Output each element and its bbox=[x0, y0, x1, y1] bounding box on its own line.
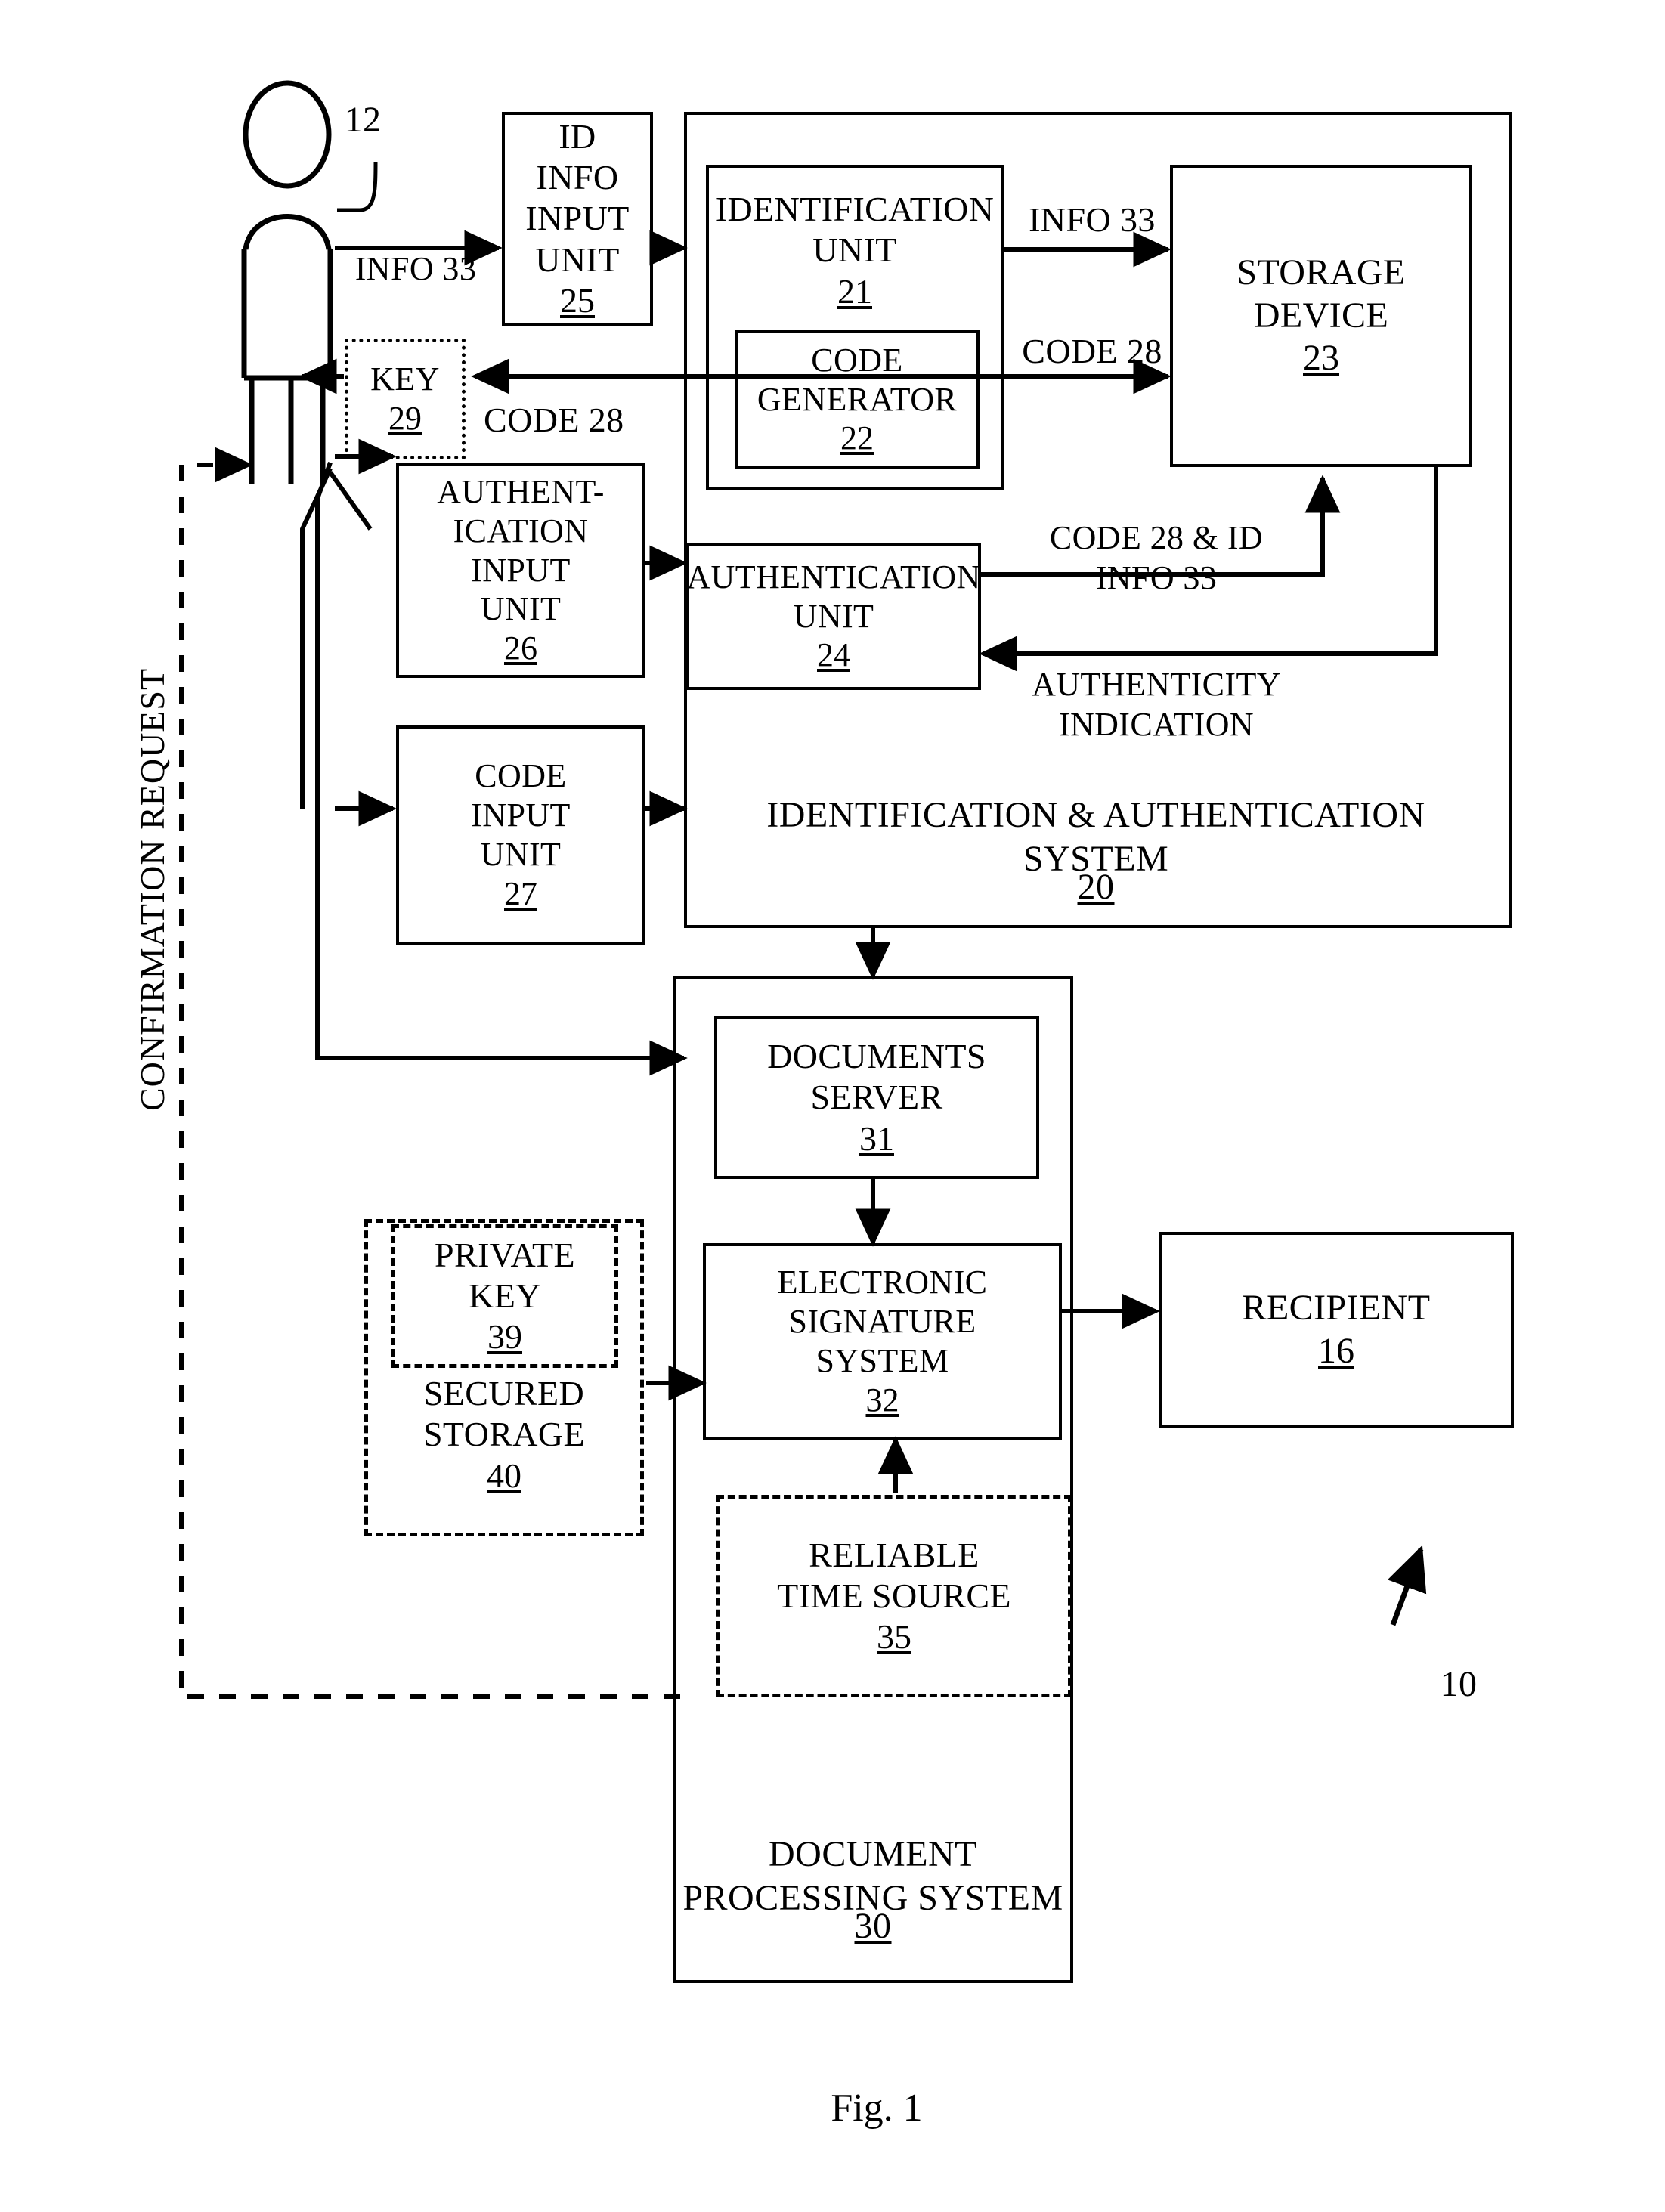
recipient-label: RECIPIENT bbox=[1242, 1288, 1431, 1329]
secured-storage-ref: 40 bbox=[487, 1456, 521, 1495]
identification-unit-ref: 21 bbox=[837, 271, 872, 311]
authentication-input-unit-box[interactable]: AUTHENT- ICATION INPUT UNIT 26 bbox=[396, 463, 645, 678]
system-reference-number: 10 bbox=[1440, 1664, 1478, 1704]
storage-device-box[interactable]: STORAGE DEVICE 23 bbox=[1170, 165, 1472, 467]
user-stick-figure-icon bbox=[241, 80, 333, 484]
edge-label-code-28-key: CODE 28 bbox=[484, 401, 624, 439]
confirmation-request-label: CONFIRMATION REQUEST bbox=[133, 667, 172, 1111]
authentication-unit-box[interactable]: AUTHENTICATION UNIT 24 bbox=[686, 543, 981, 690]
identification-unit-label: IDENTIFICATION UNIT bbox=[715, 190, 995, 270]
edge-label-authenticity-indication: AUTHENTICITY INDICATION bbox=[1032, 666, 1281, 743]
id-info-input-unit-box[interactable]: ID INFO INPUT UNIT 25 bbox=[502, 112, 653, 326]
reliable-time-source-box[interactable]: RELIABLE TIME SOURCE 35 bbox=[716, 1495, 1072, 1697]
key-box[interactable]: KEY 29 bbox=[345, 339, 466, 459]
reliable-time-source-label: RELIABLE TIME SOURCE bbox=[777, 1535, 1011, 1615]
code-input-unit-ref: 27 bbox=[504, 874, 537, 912]
code-generator-ref: 22 bbox=[840, 419, 874, 457]
electronic-signature-system-box[interactable]: ELECTRONIC SIGNATURE SYSTEM 32 bbox=[703, 1243, 1062, 1440]
code-input-unit-label: CODE INPUT UNIT bbox=[471, 757, 571, 873]
documents-server-box[interactable]: DOCUMENTS SERVER 31 bbox=[714, 1016, 1039, 1179]
patent-figure-page: 12 INFO 33 ID INFO INPUT UNIT 25 IDENTIF… bbox=[0, 0, 1665, 2212]
private-key-box[interactable]: PRIVATE KEY 39 bbox=[391, 1224, 618, 1368]
private-key-label: PRIVATE KEY bbox=[435, 1235, 575, 1315]
electronic-signature-system-ref: 32 bbox=[865, 1381, 899, 1418]
edge-label-info-33-storage: INFO 33 bbox=[1029, 200, 1156, 239]
documents-server-label: DOCUMENTS SERVER bbox=[767, 1037, 986, 1117]
user-reference-number: 12 bbox=[344, 100, 382, 140]
key-label: KEY bbox=[370, 360, 440, 398]
authentication-input-unit-label: AUTHENT- ICATION INPUT UNIT bbox=[437, 472, 605, 628]
id-info-input-unit-label: ID INFO INPUT UNIT bbox=[525, 116, 630, 279]
storage-device-label: STORAGE DEVICE bbox=[1236, 252, 1406, 336]
recipient-ref: 16 bbox=[1318, 1331, 1354, 1371]
authentication-input-unit-ref: 26 bbox=[504, 630, 537, 667]
recipient-box[interactable]: RECIPIENT 16 bbox=[1159, 1232, 1514, 1428]
code-generator-label: CODE GENERATOR bbox=[757, 341, 958, 418]
storage-device-ref: 23 bbox=[1303, 338, 1339, 379]
id-info-input-unit-ref: 25 bbox=[560, 280, 595, 320]
key-ref: 29 bbox=[388, 400, 422, 437]
edge-label-code-28-and-id-info-33: CODE 28 & ID INFO 33 bbox=[1049, 519, 1264, 596]
authentication-unit-ref: 24 bbox=[817, 636, 850, 674]
secured-storage-label: SECURED STORAGE bbox=[422, 1374, 586, 1454]
authentication-unit-label: AUTHENTICATION UNIT bbox=[686, 558, 981, 635]
document-processing-system-ref: 30 bbox=[854, 1906, 892, 1946]
documents-server-ref: 31 bbox=[859, 1118, 894, 1158]
code-input-unit-box[interactable]: CODE INPUT UNIT 27 bbox=[396, 725, 645, 945]
electronic-signature-system-label: ELECTRONIC SIGNATURE SYSTEM bbox=[777, 1264, 988, 1379]
private-key-ref: 39 bbox=[487, 1317, 522, 1357]
reliable-time-source-ref: 35 bbox=[877, 1617, 911, 1657]
edge-label-code-28-storage: CODE 28 bbox=[1022, 332, 1162, 370]
identification-authentication-system-ref: 20 bbox=[1077, 867, 1115, 907]
figure-caption: Fig. 1 bbox=[831, 2087, 923, 2130]
code-generator-box[interactable]: CODE GENERATOR 22 bbox=[735, 330, 980, 469]
edge-label-info-33-user: INFO 33 bbox=[354, 250, 477, 287]
